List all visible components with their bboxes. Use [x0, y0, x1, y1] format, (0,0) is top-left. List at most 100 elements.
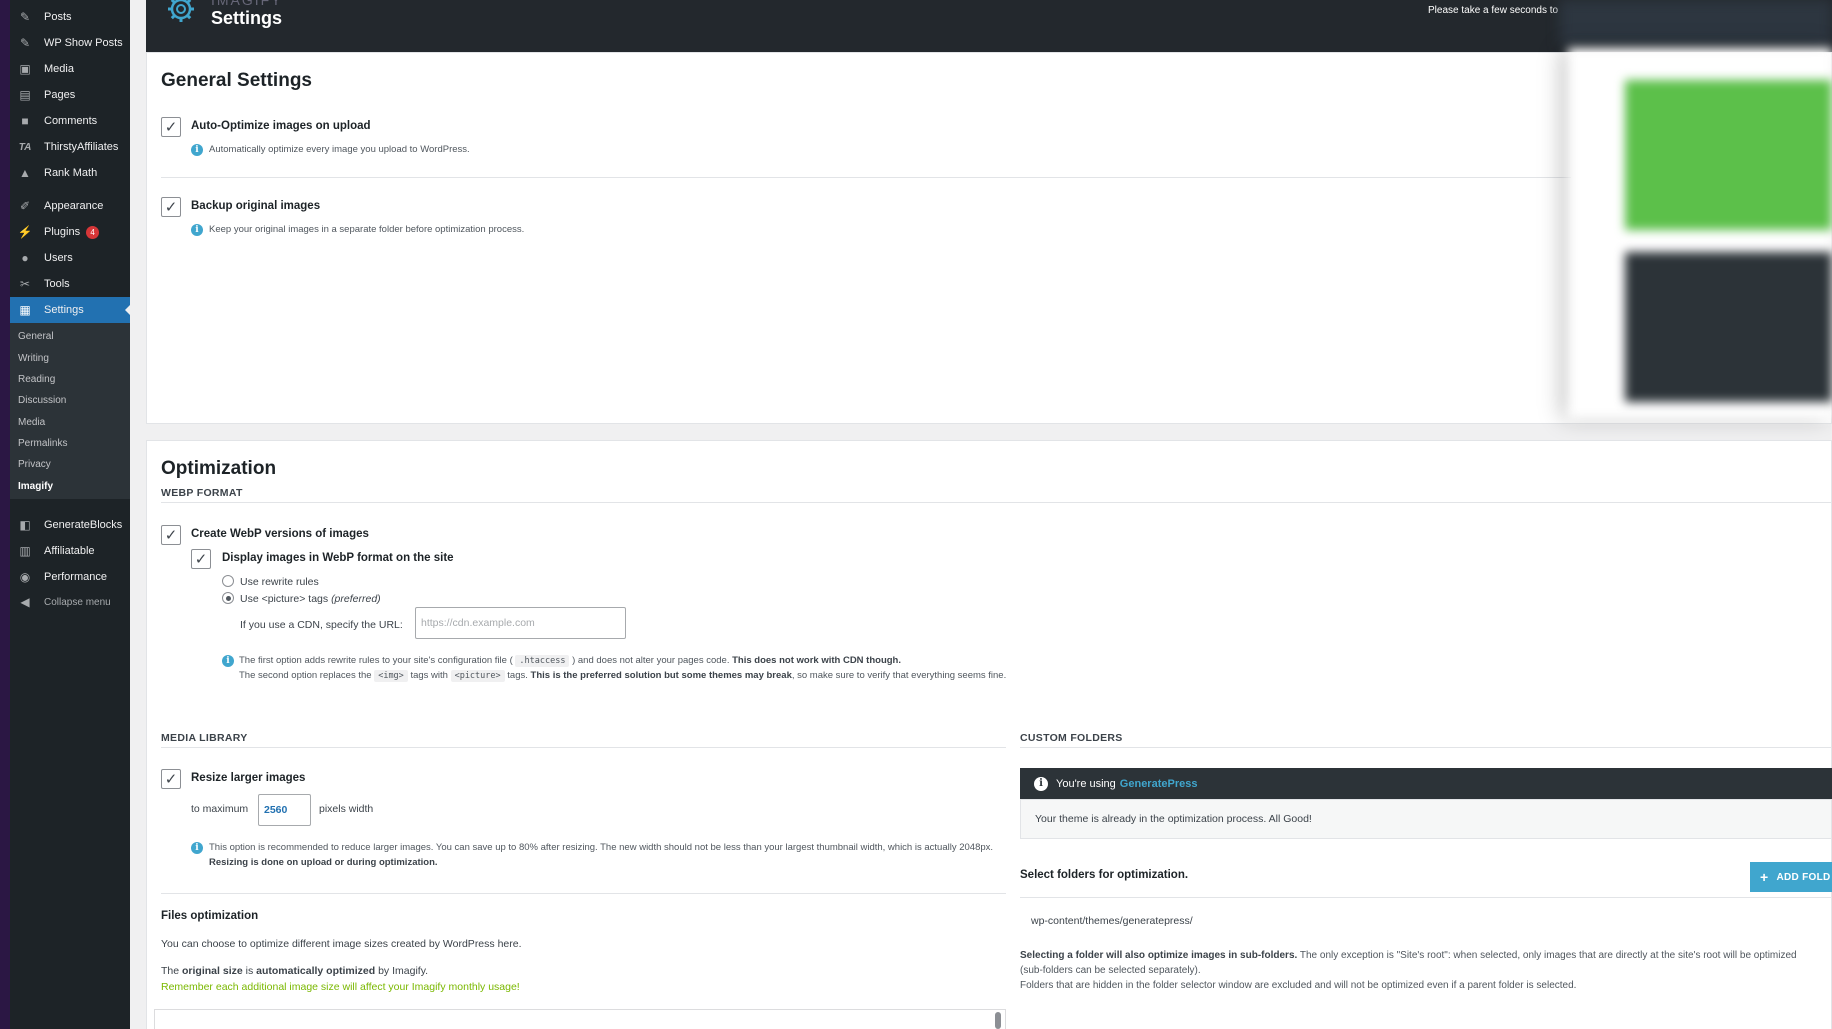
sidebar-item-comments[interactable]: ■ Comments [10, 110, 130, 132]
create-webp-label: Create WebP versions of images [191, 528, 369, 540]
folder-path: wp-content/themes/generatepress/ [1031, 915, 1193, 927]
divider [1020, 747, 1832, 748]
picture-tags-radio[interactable] [222, 592, 234, 604]
plus-icon: + [1760, 869, 1769, 885]
blocks-icon: ◧ [19, 518, 31, 532]
sidebar-item-plugins[interactable]: ⚡ Plugins 4 [10, 221, 130, 243]
folders-note: Selecting a folder will also optimize im… [1020, 950, 1797, 991]
desktop-edge [0, 0, 10, 1029]
ta-icon: TA [18, 141, 32, 153]
collapse-menu-button[interactable]: ◀ Collapse menu [10, 591, 130, 613]
scrollbar[interactable] [995, 1012, 1001, 1029]
files-optimization-desc: You can choose to optimize different ima… [161, 938, 522, 950]
submenu-writing[interactable]: Writing [18, 353, 49, 364]
divider [161, 893, 1006, 894]
chart-icon: ▲ [19, 166, 31, 180]
divider [161, 502, 1832, 503]
update-count-badge: 4 [86, 225, 100, 239]
sidebar-item-appearance[interactable]: ✐ Appearance [10, 195, 130, 217]
sidebar-item-pages[interactable]: ▤ Pages [10, 84, 130, 106]
page-icon: ▤ [19, 88, 31, 102]
submenu-privacy[interactable]: Privacy [18, 459, 51, 470]
checkmark-icon: ✓ [164, 199, 178, 216]
page-title: Settings [211, 8, 283, 28]
sidebar-item-media[interactable]: ▣ Media [10, 58, 130, 80]
settings-submenu: General Writing Reading Discussion Media… [10, 323, 130, 499]
backup-checkbox[interactable]: ✓ [161, 197, 181, 217]
rating-notice: Please take a few seconds to [1428, 5, 1559, 16]
rewrite-rules-label: Use rewrite rules [240, 576, 319, 588]
files-optimization-title: Files optimization [161, 910, 259, 922]
pin-icon: ✎ [19, 36, 31, 50]
pin-icon: ✎ [19, 10, 31, 24]
performance-icon: ◉ [19, 570, 31, 584]
sidebar-item-wp-show-posts[interactable]: ✎ WP Show Posts [10, 32, 130, 54]
divider [161, 177, 1571, 178]
resize-checkbox[interactable]: ✓ [161, 769, 181, 789]
brush-icon: ✐ [19, 199, 31, 213]
settings-icon: ▦ [19, 303, 31, 317]
submenu-permalinks[interactable]: Permalinks [18, 438, 67, 449]
info-icon: i [191, 144, 203, 156]
original-size-note: The original size is automatically optim… [161, 965, 429, 977]
blurred-dark-card [1625, 252, 1832, 402]
checkmark-icon: ✓ [194, 551, 208, 568]
theme-status: Your theme is already in the optimizatio… [1020, 799, 1832, 839]
display-webp-checkbox[interactable]: ✓ [191, 549, 211, 569]
sidebar-item-thirstyaffiliates[interactable]: TA ThirstyAffiliates [10, 136, 130, 158]
cdn-url-input[interactable] [415, 607, 626, 639]
to-maximum-label: to maximum [191, 803, 249, 815]
create-webp-checkbox[interactable]: ✓ [161, 525, 181, 545]
optimization-title: Optimization [161, 458, 277, 479]
auto-optimize-checkbox[interactable]: ✓ [161, 117, 181, 137]
image-sizes-list[interactable] [154, 1009, 1006, 1029]
gear-icon [168, 0, 194, 22]
select-folders-label: Select folders for optimization. [1020, 869, 1189, 881]
sidebar-item-rank-math[interactable]: ▲ Rank Math [10, 162, 130, 184]
submenu-reading[interactable]: Reading [18, 374, 55, 385]
info-icon: i [1034, 776, 1048, 791]
sidebar-item-performance[interactable]: ◉ Performance [10, 566, 130, 588]
submenu-general[interactable]: General [18, 331, 54, 342]
backup-label: Backup original images [191, 200, 321, 212]
sidebar-item-generateblocks[interactable]: ◧ GenerateBlocks [10, 514, 130, 536]
info-icon: i [191, 224, 203, 236]
media-icon: ▣ [19, 62, 31, 76]
webp-help-line-2: The second option replaces the <img> tag… [239, 670, 1007, 682]
general-settings-title: General Settings [161, 70, 312, 91]
submenu-media[interactable]: Media [18, 417, 45, 428]
sidebar-item-settings[interactable]: ▦ Settings [10, 297, 131, 323]
blurred-header-area [1560, 0, 1832, 46]
webp-help-line-1: The first option adds rewrite rules to y… [239, 655, 902, 667]
sidebar-item-users[interactable]: ● Users [10, 247, 130, 269]
wrench-icon: ✂ [19, 277, 31, 291]
sidebar-item-tools[interactable]: ✂ Tools [10, 273, 130, 295]
collapse-icon: ◀ [20, 595, 30, 609]
sidebar-item-affiliatable[interactable]: ▥ Affiliatable [10, 540, 130, 562]
checkmark-icon: ✓ [164, 771, 178, 788]
theme-link[interactable]: GeneratePress [1120, 778, 1198, 790]
pixels-width-label: pixels width [319, 803, 374, 815]
admin-sidebar: ✎ Posts ✎ WP Show Posts ▣ Media ▤ Pages ■ Com… [10, 0, 131, 1029]
max-width-input[interactable]: 2560 [258, 794, 311, 826]
table-icon: ▥ [19, 544, 31, 558]
brand-logo: IMAGIFY [211, 0, 283, 8]
auto-optimize-label: Auto-Optimize images on upload [191, 120, 371, 132]
submenu-imagify[interactable]: Imagify [18, 481, 53, 492]
rewrite-rules-radio[interactable] [222, 575, 234, 587]
blurred-green-card [1625, 80, 1832, 230]
sidebar-item-posts[interactable]: ✎ Posts [10, 6, 130, 28]
cdn-label: If you use a CDN, specify the URL: [240, 619, 403, 631]
theme-notice: i You're using GeneratePress [1020, 768, 1832, 799]
backup-help: Keep your original images in a separate … [209, 224, 525, 235]
divider [1020, 897, 1832, 898]
custom-folders-heading: CUSTOM FOLDERS [1020, 732, 1123, 744]
display-webp-label: Display images in WebP format on the sit… [222, 552, 454, 564]
submenu-discussion[interactable]: Discussion [18, 395, 66, 406]
comment-icon: ■ [21, 114, 29, 128]
checkmark-icon: ✓ [164, 527, 178, 544]
add-folders-button[interactable]: + ADD FOLD [1750, 862, 1832, 892]
divider [161, 747, 1006, 748]
user-icon: ● [21, 251, 29, 265]
usage-warning: Remember each additional image size will… [161, 981, 520, 993]
